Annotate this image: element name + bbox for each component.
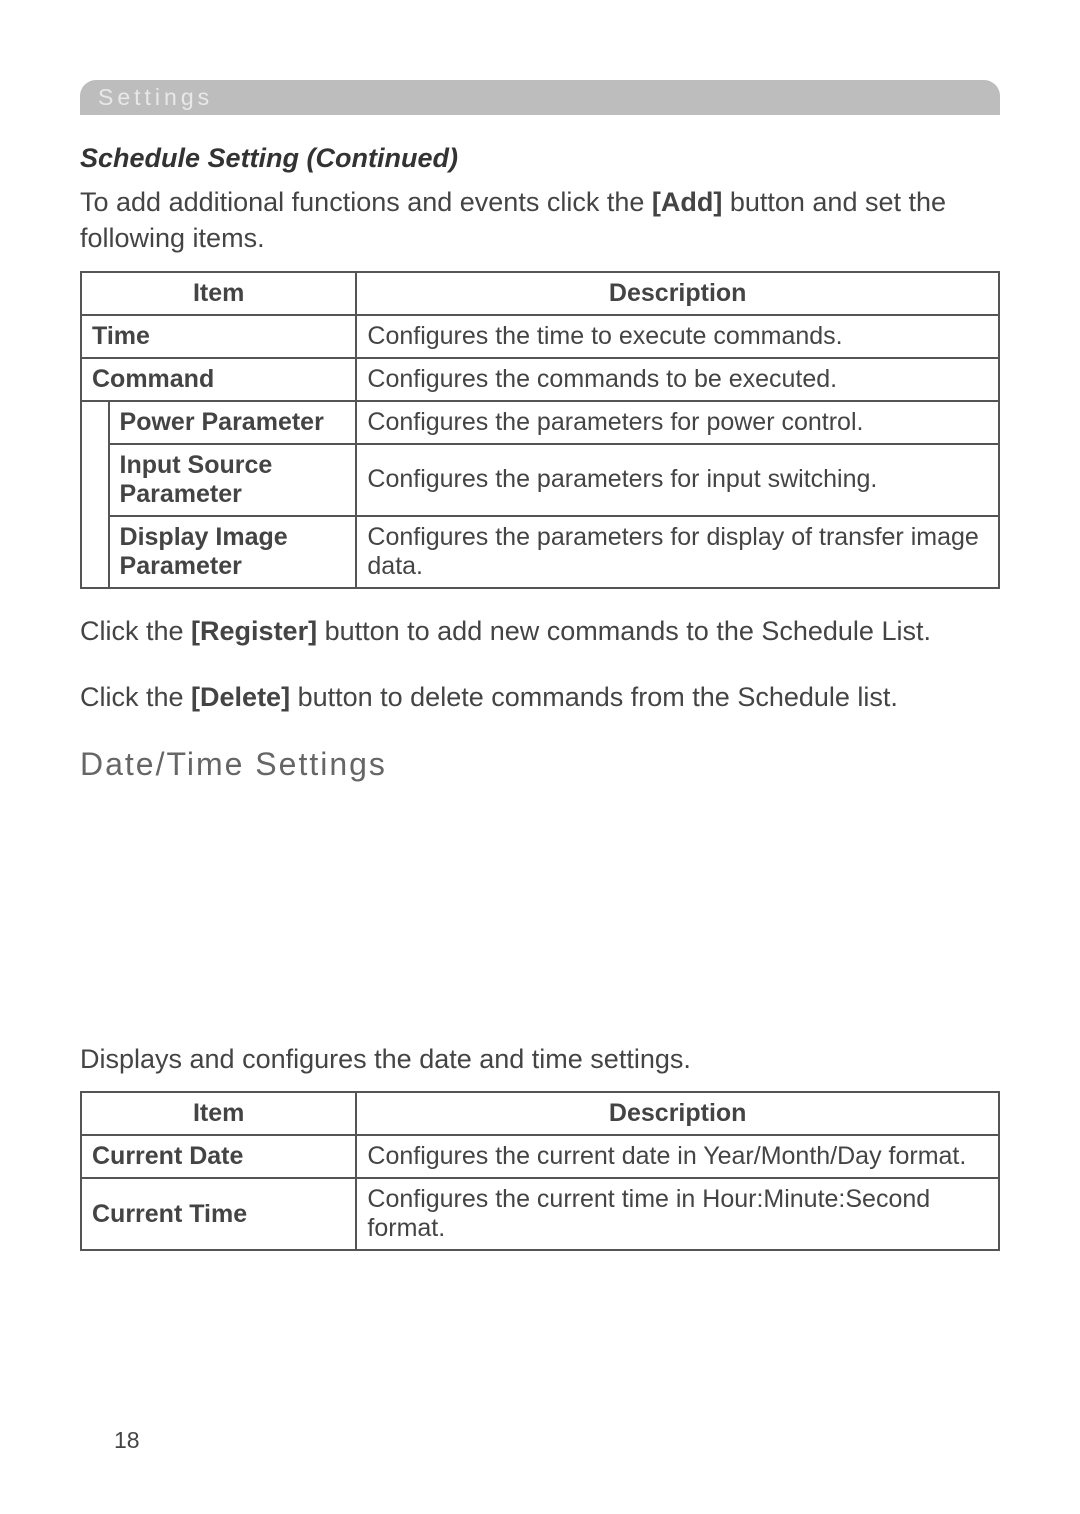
table-row: Time Configures the time to execute comm… xyxy=(81,315,999,358)
table-row: Display Image Parameter Configures the p… xyxy=(81,516,999,588)
cell-item: Input Source Parameter xyxy=(109,444,357,516)
table-header-row: Item Description xyxy=(81,1092,999,1135)
datetime-table: Item Description Current Date Configures… xyxy=(80,1091,1000,1251)
intro-paragraph: To add additional functions and events c… xyxy=(80,184,1000,257)
datetime-intro: Displays and configures the date and tim… xyxy=(80,1041,1000,1077)
cell-desc: Configures the commands to be executed. xyxy=(356,358,999,401)
cell-desc: Configures the parameters for power cont… xyxy=(356,401,999,444)
sub-indent-cell xyxy=(81,401,109,588)
inst2-bold: [Delete] xyxy=(191,682,290,712)
cell-item: Time xyxy=(81,315,356,358)
cell-item: Power Parameter xyxy=(109,401,357,444)
schedule-table: Item Description Time Configures the tim… xyxy=(80,271,1000,589)
datetime-heading: Date/Time Settings xyxy=(80,746,1000,783)
table-row: Current Date Configures the current date… xyxy=(81,1135,999,1178)
table-row: Power Parameter Configures the parameter… xyxy=(81,401,999,444)
col-header-item: Item xyxy=(81,272,356,315)
instruction-delete: Click the [Delete] button to delete comm… xyxy=(80,679,1000,715)
table-row: Current Time Configures the current time… xyxy=(81,1178,999,1250)
cell-desc: Configures the parameters for input swit… xyxy=(356,444,999,516)
intro-pre: To add additional functions and events c… xyxy=(80,187,652,217)
col-header-desc: Description xyxy=(356,272,999,315)
header-bar: Settings xyxy=(80,80,1000,115)
col-header-item: Item xyxy=(81,1092,356,1135)
section-title: Schedule Setting (Continued) xyxy=(80,143,1000,174)
col-header-desc: Description xyxy=(356,1092,999,1135)
header-bar-text: Settings xyxy=(98,84,213,110)
instruction-register: Click the [Register] button to add new c… xyxy=(80,613,1000,649)
screenshot-placeholder xyxy=(80,801,1000,1041)
cell-item: Current Time xyxy=(81,1178,356,1250)
document-page: Settings Schedule Setting (Continued) To… xyxy=(0,0,1080,1335)
cell-desc: Configures the current time in Hour:Minu… xyxy=(356,1178,999,1250)
inst2-pre: Click the xyxy=(80,682,191,712)
table-header-row: Item Description xyxy=(81,272,999,315)
table-row: Input Source Parameter Configures the pa… xyxy=(81,444,999,516)
inst2-post: button to delete commands from the Sched… xyxy=(290,682,898,712)
cell-desc: Configures the time to execute commands. xyxy=(356,315,999,358)
cell-item: Command xyxy=(81,358,356,401)
cell-item: Current Date xyxy=(81,1135,356,1178)
inst1-pre: Click the xyxy=(80,616,191,646)
cell-desc: Configures the current date in Year/Mont… xyxy=(356,1135,999,1178)
cell-item: Display Image Parameter xyxy=(109,516,357,588)
inst1-post: button to add new commands to the Schedu… xyxy=(317,616,931,646)
page-number: 18 xyxy=(114,1427,140,1454)
inst1-bold: [Register] xyxy=(191,616,317,646)
intro-bold: [Add] xyxy=(652,187,722,217)
table-row: Command Configures the commands to be ex… xyxy=(81,358,999,401)
cell-desc: Configures the parameters for display of… xyxy=(356,516,999,588)
